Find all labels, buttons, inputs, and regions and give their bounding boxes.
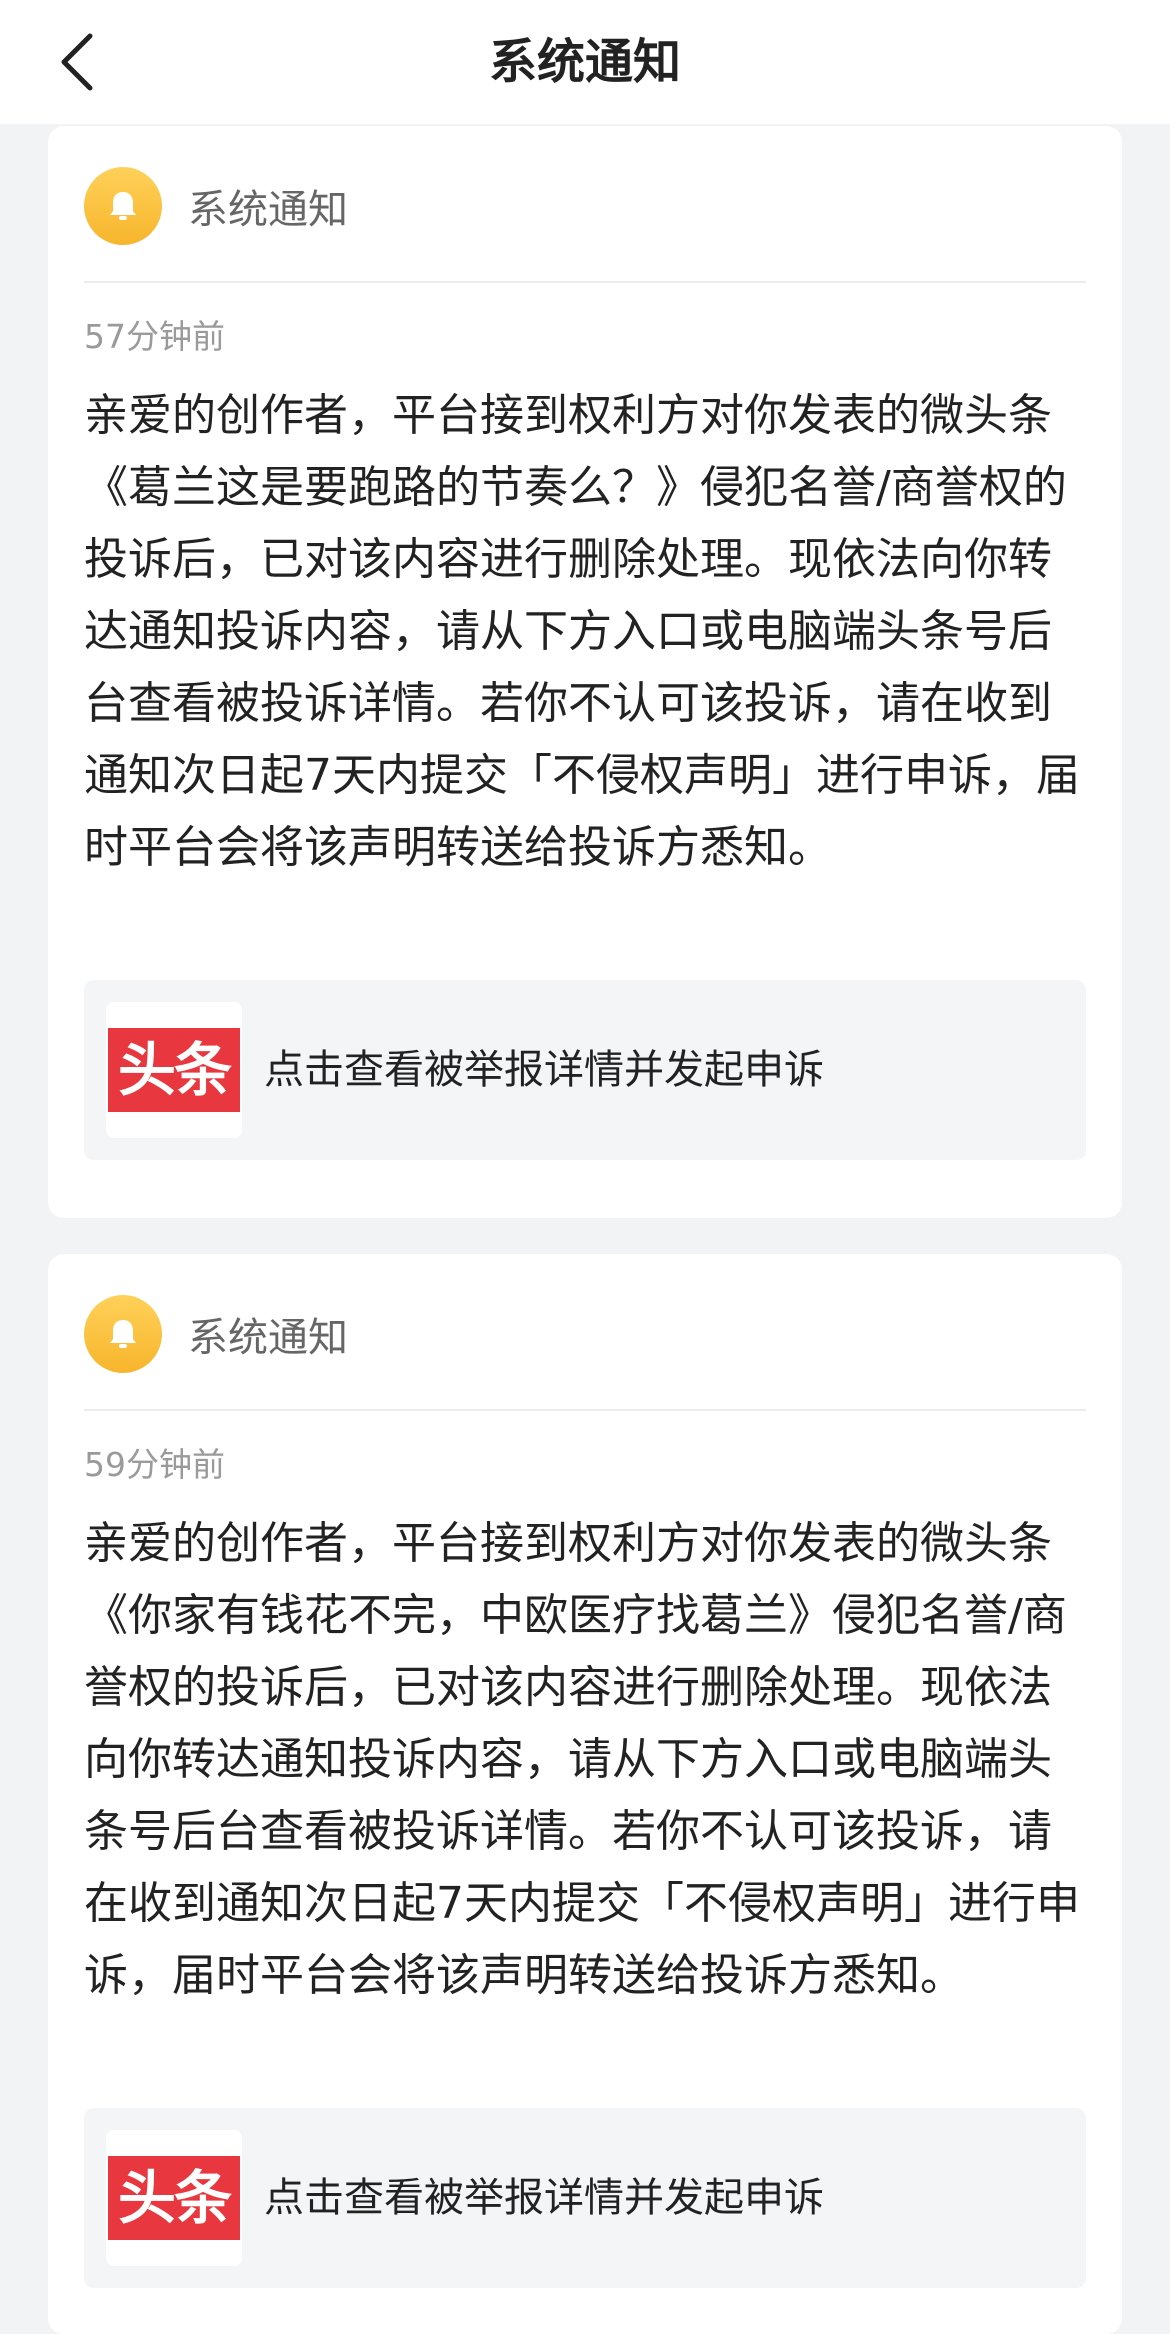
- sender-name: 系统通知: [188, 1315, 348, 1361]
- notification-body: 亲爱的创作者，平台接到权利方对你发表的微头条《葛兰这是要跑路的节奏么？》侵犯名誉…: [84, 390, 1080, 873]
- appeal-link-label: 点击查看被举报详情并发起申诉: [264, 1047, 824, 1093]
- notification-body: 亲爱的创作者，平台接到权利方对你发表的微头条《你家有钱花不完，中欧医疗找葛兰》侵…: [84, 1518, 1080, 2001]
- appeal-link[interactable]: 头条 点击查看被举报详情并发起申诉: [84, 2108, 1086, 2288]
- toutiao-logo-thumb: 头条: [106, 1002, 242, 1138]
- timestamp: 57分钟前: [84, 317, 225, 356]
- bell-icon: [84, 167, 162, 245]
- timestamp: 59分钟前: [84, 1445, 225, 1484]
- back-button[interactable]: [44, 24, 120, 100]
- bell-icon: [84, 1295, 162, 1373]
- card-header: 系统通知: [84, 166, 348, 246]
- sender-name: 系统通知: [188, 187, 348, 233]
- chevron-left-icon: [61, 33, 93, 91]
- notification-card: 系统通知 59分钟前 亲爱的创作者，平台接到权利方对你发表的微头条《你家有钱花不…: [48, 1254, 1122, 2334]
- toutiao-logo-thumb: 头条: [106, 2130, 242, 2266]
- notification-card: 系统通知 57分钟前 亲爱的创作者，平台接到权利方对你发表的微头条《葛兰这是要跑…: [48, 126, 1122, 1218]
- appeal-link[interactable]: 头条 点击查看被举报详情并发起申诉: [84, 980, 1086, 1160]
- page-title: 系统通知: [488, 34, 681, 90]
- divider: [84, 1409, 1086, 1411]
- nav-bar: 系统通知: [0, 0, 1170, 124]
- toutiao-logo: 头条: [108, 2156, 240, 2240]
- toutiao-logo: 头条: [108, 1028, 240, 1112]
- card-header: 系统通知: [84, 1294, 348, 1374]
- divider: [84, 281, 1086, 283]
- appeal-link-label: 点击查看被举报详情并发起申诉: [264, 2175, 824, 2221]
